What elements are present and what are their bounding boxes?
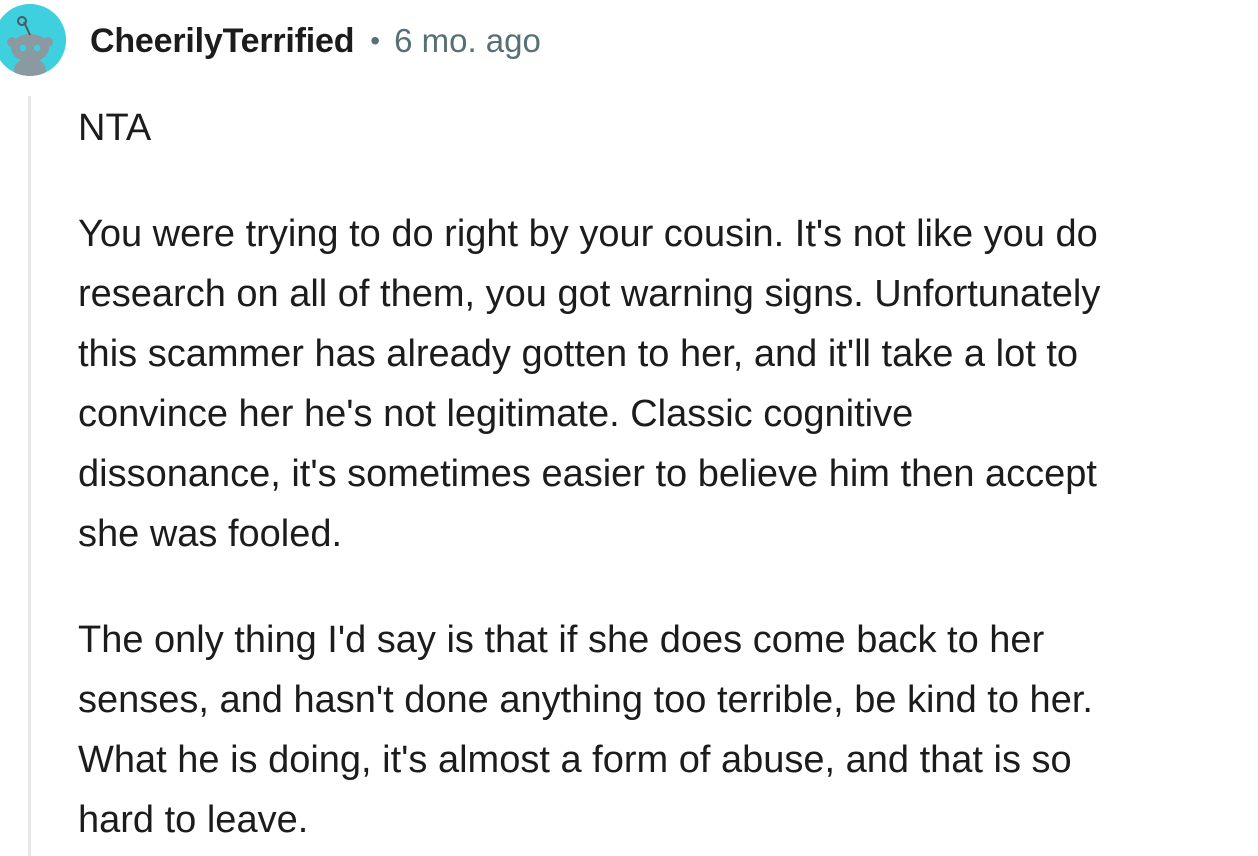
comment-body: NTA You were trying to do right by your … [78, 98, 1258, 850]
snoo-avatar-icon [0, 4, 66, 76]
user-avatar[interactable] [0, 4, 66, 76]
paragraph-line: The only thing I'd say is that if she do… [78, 619, 1045, 661]
paragraph-line: What he is doing, it's almost a form of … [78, 739, 1072, 781]
comment-header: CheerilyTerrified • 6 mo. ago [90, 18, 541, 64]
paragraph: NTA [78, 98, 1258, 158]
paragraph-line: NTA [78, 107, 152, 149]
thread-line[interactable] [28, 96, 31, 856]
paragraph-line: You were trying to do right by your cous… [78, 213, 1098, 255]
paragraph-line: this scammer has already gotten to her, … [78, 333, 1079, 375]
paragraph-line: hard to leave. [78, 799, 309, 841]
paragraph-line: research on all of them, you got warning… [78, 273, 1101, 315]
timestamp[interactable]: 6 mo. ago [394, 22, 541, 60]
separator-dot: • [370, 25, 381, 56]
paragraph-line: senses, and hasn't done anything too ter… [78, 679, 1093, 721]
paragraph-line: she was fooled. [78, 513, 343, 555]
paragraph: You were trying to do right by your cous… [78, 204, 1258, 564]
paragraph: The only thing I'd say is that if she do… [78, 610, 1258, 850]
paragraph-line: convince her he's not legitimate. Classi… [78, 393, 914, 435]
username-link[interactable]: CheerilyTerrified [90, 22, 354, 61]
paragraph-line: dissonance, it's sometimes easier to bel… [78, 453, 1097, 495]
